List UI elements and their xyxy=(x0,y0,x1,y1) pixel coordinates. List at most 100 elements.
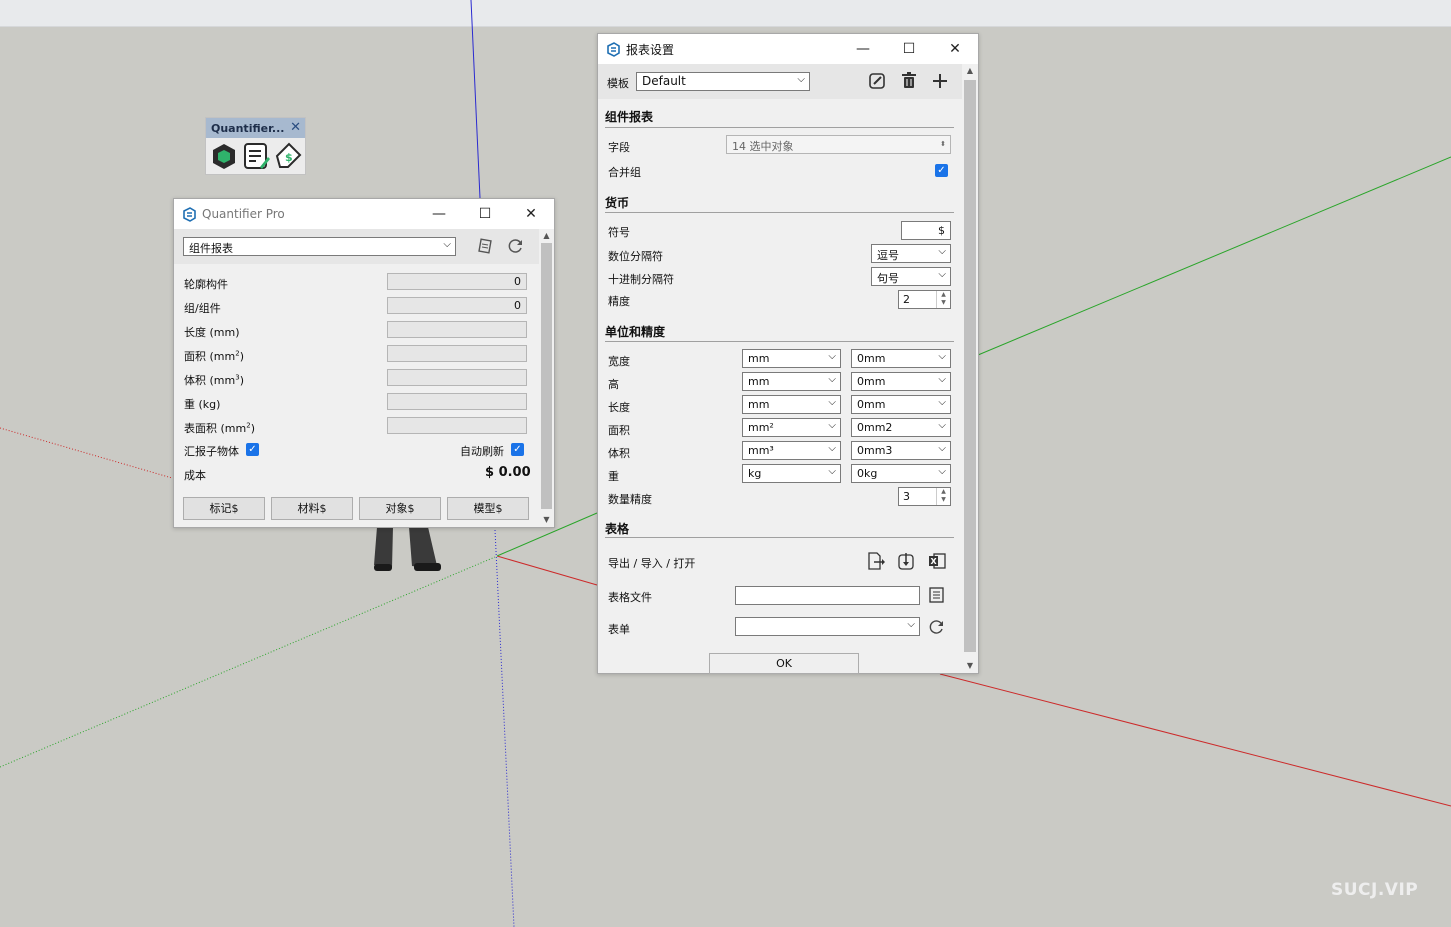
precision-label: 精度 xyxy=(608,295,630,308)
import-icon[interactable] xyxy=(896,551,916,571)
symbol-input[interactable]: $ xyxy=(901,221,951,240)
spreadsheet-file-label: 表格文件 xyxy=(608,591,652,604)
merge-groups-checkbox[interactable]: ✓ xyxy=(935,164,948,177)
scroll-down-icon[interactable]: ▼ xyxy=(962,659,978,673)
groups-label: 组/组件 xyxy=(184,302,221,315)
template-value: Default xyxy=(642,74,686,88)
objects-cost-button[interactable]: 对象$ xyxy=(359,497,441,520)
edit-icon[interactable] xyxy=(867,71,887,91)
report-list-icon[interactable] xyxy=(242,141,271,171)
document-icon[interactable] xyxy=(475,236,495,256)
quantifier-toolbar: Quantifier... ✕ $ xyxy=(205,117,306,175)
maximize-icon[interactable]: ☐ xyxy=(462,199,508,229)
ok-button[interactable]: OK xyxy=(709,653,859,674)
close-icon[interactable]: ✕ xyxy=(508,199,554,229)
sort-arrows-icon: ⬍ xyxy=(940,140,946,148)
area-unit-select[interactable]: mm² ⌵ xyxy=(742,418,841,437)
minimize-icon[interactable]: — xyxy=(840,34,886,64)
price-tag-icon[interactable]: $ xyxy=(274,141,303,171)
height-precision-select[interactable]: 0mm ⌵ xyxy=(851,372,951,391)
scroll-thumb[interactable] xyxy=(964,80,976,652)
chevron-down-icon: ⌵ xyxy=(938,351,946,362)
weight-precision-value: 0kg xyxy=(857,467,878,480)
area-precision-select[interactable]: 0mm2 ⌵ xyxy=(851,418,951,437)
area-unit-label: 面积 xyxy=(608,424,630,437)
quantity-precision-label: 数量精度 xyxy=(608,493,652,506)
digit-separator-select[interactable]: 逗号 ⌵ xyxy=(871,244,951,263)
template-select[interactable]: Default ⌵ xyxy=(636,72,810,91)
precision-stepper[interactable]: 2 ▲ ▼ xyxy=(898,290,951,309)
width-unit-select[interactable]: mm ⌵ xyxy=(742,349,841,368)
quantifier-box-icon[interactable] xyxy=(210,141,239,171)
fields-value: 14 选中对象 xyxy=(732,140,794,153)
minimize-icon[interactable]: — xyxy=(416,199,462,229)
refresh-icon[interactable] xyxy=(927,617,947,637)
chevron-down-icon: ⌵ xyxy=(443,239,451,250)
chevron-down-icon: ⌵ xyxy=(938,420,946,431)
weight-unit-select[interactable]: kg ⌵ xyxy=(742,464,841,483)
fields-select[interactable]: 14 选中对象 ⬍ xyxy=(726,135,951,154)
chevron-down-icon: ⌵ xyxy=(938,443,946,454)
tags-cost-button[interactable]: 标记$ xyxy=(183,497,265,520)
height-unit-value: mm xyxy=(748,375,770,388)
volume-unit-select[interactable]: mm³ ⌵ xyxy=(742,441,841,460)
template-label: 模板 xyxy=(607,77,629,90)
height-unit-select[interactable]: mm ⌵ xyxy=(742,372,841,391)
refresh-icon[interactable] xyxy=(506,236,526,256)
blue-axis-lower xyxy=(494,529,515,927)
volume-unit-value: mm³ xyxy=(748,444,774,457)
add-icon[interactable] xyxy=(930,71,950,91)
materials-cost-button[interactable]: 材料$ xyxy=(271,497,353,520)
section-divider xyxy=(605,127,954,128)
scroll-thumb[interactable] xyxy=(541,243,552,509)
settings-title: 报表设置 xyxy=(626,42,675,57)
trash-icon[interactable] xyxy=(899,71,919,91)
volume-precision-select[interactable]: 0mm3 ⌵ xyxy=(851,441,951,460)
close-icon[interactable]: ✕ xyxy=(932,34,978,64)
settings-scrollbar[interactable]: ▲ ▼ xyxy=(962,64,978,673)
window-titlebar[interactable]: Quantifier Pro — ☐ ✕ xyxy=(174,199,554,229)
weight-label: 重 (kg) xyxy=(184,398,221,411)
toolbar-title: Quantifier... ✕ xyxy=(206,118,305,138)
excel-icon[interactable]: X xyxy=(927,551,947,571)
auto-refresh-checkbox[interactable]: ✓ xyxy=(511,443,524,456)
width-precision-select[interactable]: 0mm ⌵ xyxy=(851,349,951,368)
settings-titlebar[interactable]: 报表设置 — ☐ ✕ xyxy=(598,34,978,64)
toolbar-close-icon[interactable]: ✕ xyxy=(290,120,301,135)
volume-unit-label: 体积 xyxy=(608,447,630,460)
chevron-down-icon: ⌵ xyxy=(938,374,946,385)
precision-value: 2 xyxy=(903,293,910,306)
weight-precision-select[interactable]: 0kg ⌵ xyxy=(851,464,951,483)
scroll-down-icon[interactable]: ▼ xyxy=(539,513,554,527)
scroll-up-icon[interactable]: ▲ xyxy=(962,64,978,78)
report-settings-window: 报表设置 — ☐ ✕ 模板 Default ⌵ 组件报表 字段 14 选中对象 ⬍ … xyxy=(597,33,979,674)
sheet-select[interactable]: ⌵ xyxy=(735,617,920,636)
digit-separator-value: 逗号 xyxy=(877,249,899,262)
report-children-checkbox[interactable]: ✓ xyxy=(246,443,259,456)
cost-value: $ 0.00 xyxy=(485,465,531,480)
browse-file-icon[interactable] xyxy=(927,585,947,605)
chevron-down-icon: ⌵ xyxy=(938,246,946,257)
maximize-icon[interactable]: ☐ xyxy=(886,34,932,64)
length-precision-select[interactable]: 0mm ⌵ xyxy=(851,395,951,414)
chevron-down-icon: ⌵ xyxy=(828,443,836,454)
report-type-select[interactable]: 组件报表 ⌵ xyxy=(183,237,456,256)
svg-text:X: X xyxy=(931,557,938,566)
section-divider xyxy=(605,212,954,213)
scroll-up-icon[interactable]: ▲ xyxy=(539,229,554,243)
quantity-precision-stepper[interactable]: 3 ▲ ▼ xyxy=(898,487,951,506)
width-precision-value: 0mm xyxy=(857,352,886,365)
model-cost-button[interactable]: 模型$ xyxy=(447,497,529,520)
currency-heading: 货币 xyxy=(605,196,630,210)
volume-label: 体积 (mm3) xyxy=(184,373,244,387)
decimal-separator-select[interactable]: 句号 ⌵ xyxy=(871,267,951,286)
stepper-arrows-icon[interactable]: ▲ ▼ xyxy=(936,291,950,308)
spreadsheet-file-input[interactable] xyxy=(735,586,920,605)
length-unit-select[interactable]: mm ⌵ xyxy=(742,395,841,414)
export-icon[interactable] xyxy=(865,551,885,571)
chevron-down-icon: ⌵ xyxy=(828,374,836,385)
width-unit-value: mm xyxy=(748,352,770,365)
quantifier-scrollbar[interactable]: ▲ ▼ xyxy=(539,229,554,527)
sheet-label: 表单 xyxy=(608,623,630,636)
stepper-arrows-icon[interactable]: ▲ ▼ xyxy=(936,488,950,505)
